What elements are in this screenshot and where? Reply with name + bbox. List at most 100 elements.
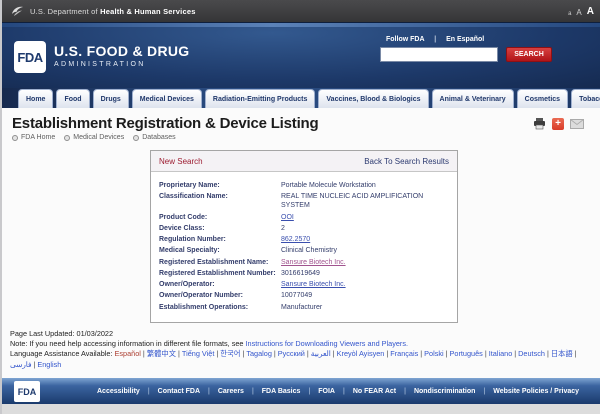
footer-link-fda-basics[interactable]: FDA Basics bbox=[262, 388, 301, 395]
breadcrumb-label: Medical Devices bbox=[73, 134, 124, 141]
language-link[interactable]: 한국어 bbox=[220, 349, 240, 358]
fda-logo[interactable]: FDA bbox=[14, 41, 46, 73]
row-value-link[interactable]: Sansure Biotech Inc. bbox=[281, 259, 346, 266]
row-value: 2 bbox=[281, 224, 431, 233]
row-value-link[interactable]: Sansure Biotech Inc. bbox=[281, 281, 346, 288]
row-label: Registered Establishment Name: bbox=[159, 258, 281, 267]
main-navigation: HomeFoodDrugsMedical DevicesRadiation-Em… bbox=[2, 88, 600, 108]
language-link[interactable]: Português bbox=[450, 349, 483, 358]
font-size-large-button[interactable]: A bbox=[587, 6, 594, 17]
nav-tab-radiation-emitting-products[interactable]: Radiation-Emitting Products bbox=[205, 89, 316, 108]
footer-link-nondiscrimination[interactable]: Nondiscrimination bbox=[414, 388, 475, 395]
language-link[interactable]: Deutsch bbox=[518, 349, 545, 358]
language-link[interactable]: Français bbox=[390, 349, 418, 358]
language-link[interactable]: Italiano bbox=[489, 349, 513, 358]
language-separator: | bbox=[216, 349, 218, 358]
row-value: REAL TIME NUCLEIC ACID AMPLIFICATION SYS… bbox=[281, 192, 431, 210]
language-link[interactable]: Tiếng Việt bbox=[182, 349, 214, 358]
nav-tab-vaccines-blood-biologics[interactable]: Vaccines, Blood & Biologics bbox=[318, 89, 428, 108]
page-action-icons: + bbox=[533, 118, 584, 130]
table-row: Registered Establishment Number:30166196… bbox=[159, 269, 449, 278]
fda-title-line2: ADMINISTRATION bbox=[54, 61, 189, 68]
footer-link-contact-fda[interactable]: Contact FDA bbox=[158, 388, 200, 395]
nav-tab-drugs[interactable]: Drugs bbox=[93, 89, 129, 108]
page-title: Establishment Registration & Device List… bbox=[12, 115, 318, 132]
search-input[interactable] bbox=[380, 47, 498, 62]
breadcrumb-item-fda-home[interactable]: FDA Home bbox=[12, 134, 55, 141]
header-right: Follow FDA | En Español SEARCH bbox=[380, 36, 580, 62]
page-last-updated: Page Last Updated: 01/03/2022 bbox=[10, 329, 113, 338]
language-assistance: Language Assistance Available: Español|繁… bbox=[10, 349, 596, 370]
nav-tab-home[interactable]: Home bbox=[18, 89, 53, 108]
row-value: OOI bbox=[281, 213, 431, 222]
breadcrumb: FDA Home Medical Devices Databases bbox=[12, 134, 176, 141]
panel-body: Proprietary Name:Portable Molecule Works… bbox=[151, 172, 457, 322]
email-icon[interactable] bbox=[570, 119, 584, 129]
footer-link-separator: | bbox=[404, 388, 406, 395]
breadcrumb-label: Databases bbox=[142, 134, 175, 141]
nav-tab-food[interactable]: Food bbox=[56, 89, 89, 108]
language-link[interactable]: Русский bbox=[278, 349, 305, 358]
file-formats-note: Note: If you need help accessing informa… bbox=[10, 339, 408, 348]
row-value-link[interactable]: 862.2570 bbox=[281, 236, 310, 243]
language-link[interactable]: 日本語 bbox=[551, 349, 573, 358]
language-link[interactable]: Tagalog bbox=[246, 349, 272, 358]
breadcrumb-item-databases[interactable]: Databases bbox=[133, 134, 175, 141]
row-label: Establishment Operations: bbox=[159, 303, 281, 312]
print-icon[interactable] bbox=[533, 118, 546, 130]
row-label: Registered Establishment Number: bbox=[159, 269, 281, 278]
language-link[interactable]: Polski bbox=[424, 349, 443, 358]
row-value: 10077049 bbox=[281, 291, 431, 300]
table-row: Medical Specialty:Clinical Chemistry bbox=[159, 246, 449, 255]
nav-tab-row: HomeFoodDrugsMedical DevicesRadiation-Em… bbox=[18, 89, 600, 108]
device-detail-panel: New Search Back To Search Results Propri… bbox=[150, 150, 458, 323]
row-value: Sansure Biotech Inc. bbox=[281, 280, 431, 289]
new-search-link[interactable]: New Search bbox=[159, 157, 203, 166]
back-to-search-results-link[interactable]: Back To Search Results bbox=[364, 157, 449, 166]
en-espanol-link[interactable]: En Español bbox=[446, 36, 484, 43]
row-value-link[interactable]: OOI bbox=[281, 214, 294, 221]
language-link[interactable]: العربية bbox=[311, 349, 331, 358]
header-link-separator: | bbox=[434, 36, 436, 43]
row-label: Regulation Number: bbox=[159, 235, 281, 244]
hhs-department-link[interactable]: U.S. Department of Health & Human Servic… bbox=[30, 7, 196, 16]
language-link[interactable]: 繁體中文 bbox=[147, 349, 176, 358]
breadcrumb-label: FDA Home bbox=[21, 134, 55, 141]
share-icon[interactable]: + bbox=[552, 118, 564, 130]
footer-link-accessibility[interactable]: Accessibility bbox=[97, 388, 140, 395]
breadcrumb-item-medical-devices[interactable]: Medical Devices bbox=[64, 134, 124, 141]
nav-tab-cosmetics[interactable]: Cosmetics bbox=[517, 89, 568, 108]
nav-tab-medical-devices[interactable]: Medical Devices bbox=[132, 89, 202, 108]
bottom-strip bbox=[2, 404, 600, 414]
viewers-players-link[interactable]: Instructions for Downloading Viewers and… bbox=[246, 339, 409, 348]
footer-fda-logo[interactable]: FDA bbox=[14, 381, 40, 402]
language-separator: | bbox=[514, 349, 516, 358]
footer-link-no-fear-act[interactable]: No FEAR Act bbox=[353, 388, 396, 395]
footer-link-separator: | bbox=[483, 388, 485, 395]
language-separator: | bbox=[420, 349, 422, 358]
nav-tab-tobacco-products[interactable]: Tobacco Products bbox=[571, 89, 600, 108]
language-link[interactable]: Español bbox=[115, 349, 141, 358]
language-link[interactable]: English bbox=[37, 360, 61, 369]
language-separator: | bbox=[143, 349, 145, 358]
row-label: Owner/Operator Number: bbox=[159, 291, 281, 300]
font-size-small-button[interactable]: a bbox=[568, 11, 571, 17]
nav-tab-animal-veterinary[interactable]: Animal & Veterinary bbox=[432, 89, 514, 108]
font-size-medium-button[interactable]: A bbox=[576, 8, 581, 17]
hhs-department-bold: Health & Human Services bbox=[100, 7, 195, 16]
table-row: Registered Establishment Name:Sansure Bi… bbox=[159, 258, 449, 267]
fda-header: FDA U.S. FOOD & DRUG ADMINISTRATION Foll… bbox=[2, 27, 600, 88]
follow-fda-link[interactable]: Follow FDA bbox=[386, 36, 424, 43]
footer-link-foia[interactable]: FOIA bbox=[318, 388, 335, 395]
panel-header: New Search Back To Search Results bbox=[151, 151, 457, 172]
language-separator: | bbox=[575, 349, 577, 358]
language-link[interactable]: Kreyòl Ayisyen bbox=[337, 349, 385, 358]
search-button[interactable]: SEARCH bbox=[506, 47, 552, 62]
language-link[interactable]: فارسی bbox=[10, 360, 31, 369]
table-row: Regulation Number:862.2570 bbox=[159, 235, 449, 244]
footer-link-careers[interactable]: Careers bbox=[218, 388, 244, 395]
footer-link-website-policies-privacy[interactable]: Website Policies / Privacy bbox=[493, 388, 579, 395]
table-row: Classification Name:REAL TIME NUCLEIC AC… bbox=[159, 192, 449, 210]
row-value: 862.2570 bbox=[281, 235, 431, 244]
row-value: Sansure Biotech Inc. bbox=[281, 258, 431, 267]
